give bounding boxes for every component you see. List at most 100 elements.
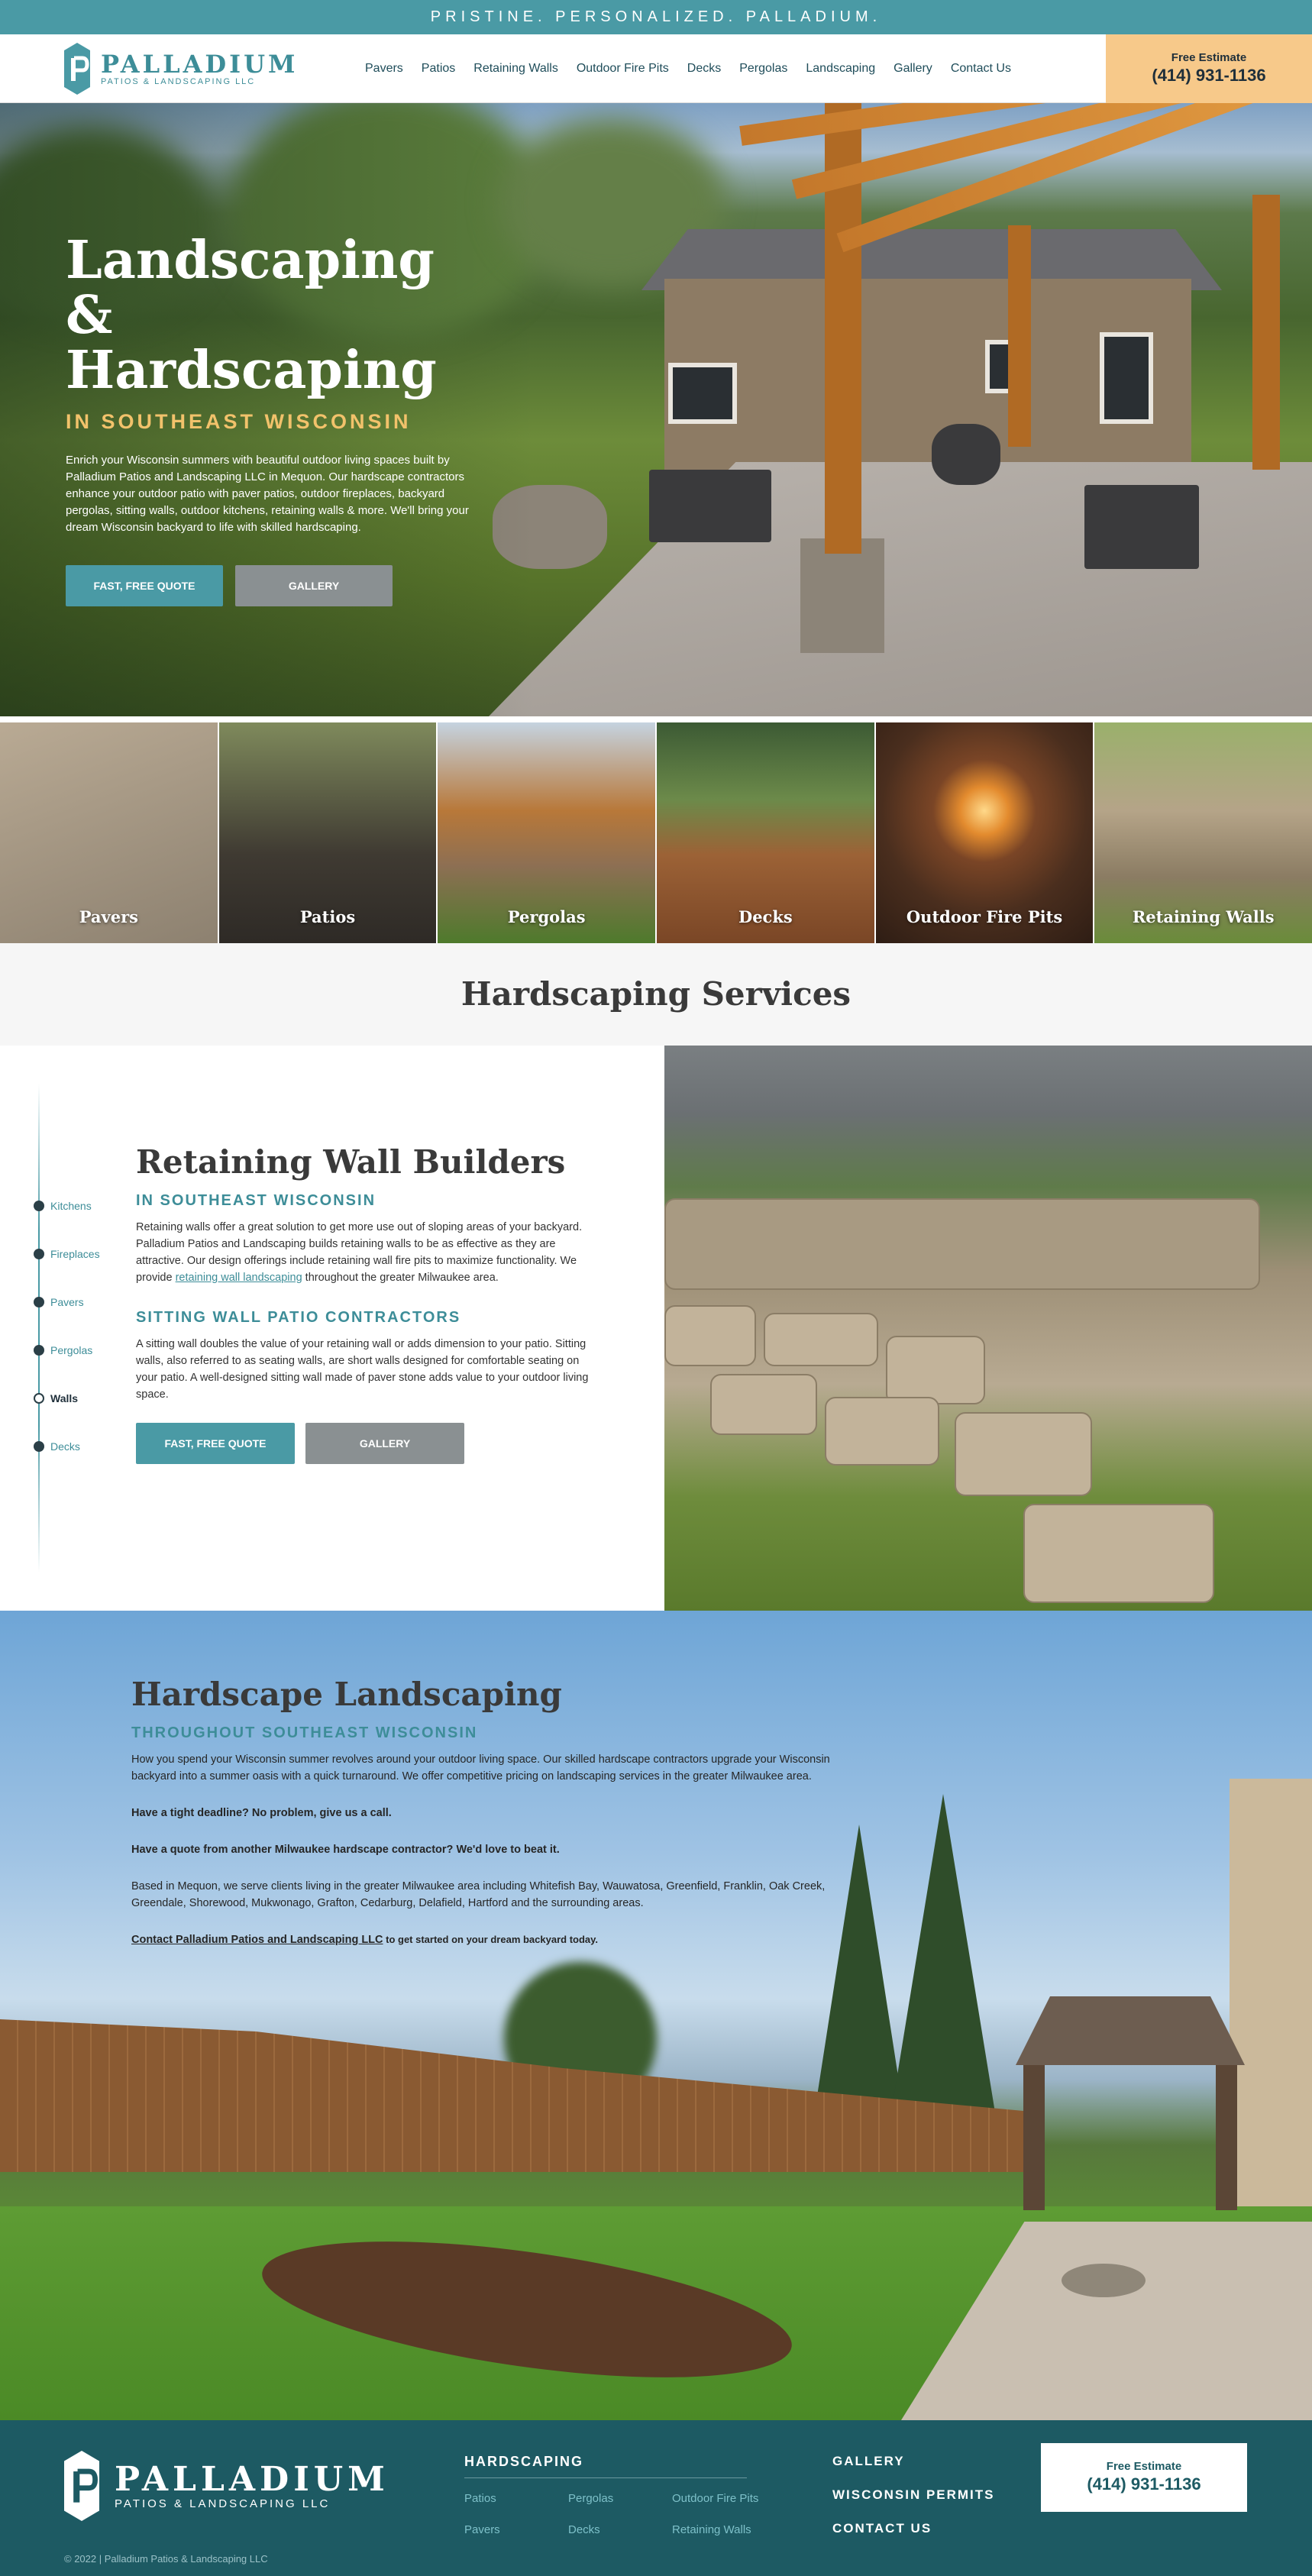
services-title: Hardscaping Services <box>460 975 852 1013</box>
footer-link-wisconsin-permits[interactable]: WISCONSIN PERMITS <box>832 2487 995 2503</box>
gazebo-post-image <box>1023 2065 1045 2210</box>
footer-main-links: GALLERY WISCONSIN PERMITS CONTACT US <box>832 2454 995 2555</box>
nav-pergolas[interactable]: Pergolas <box>730 62 797 76</box>
footer-column-title: HARDSCAPING <box>464 2454 747 2478</box>
timeline-item-fireplaces[interactable]: Fireplaces <box>34 1248 100 1260</box>
footer-estimate-phone: (414) 931-1136 <box>1087 2474 1201 2494</box>
hero-content: Landscaping & Hardscaping IN SOUTHEAST W… <box>66 233 478 606</box>
footer-free-estimate-button[interactable]: Free Estimate (414) 931-1136 <box>1041 2443 1247 2512</box>
stone-wall-image <box>664 1198 1260 1290</box>
nav-landscaping[interactable]: Landscaping <box>797 62 884 76</box>
stone-image <box>664 1305 756 1366</box>
timeline-label: Pergolas <box>50 1344 93 1356</box>
nav-gallery[interactable]: Gallery <box>884 62 942 76</box>
nav-retaining-walls[interactable]: Retaining Walls <box>464 62 567 76</box>
tile-label: Retaining Walls <box>1132 907 1275 926</box>
sitting-wall-paragraph: A sitting wall doubles the value of your… <box>136 1338 589 1401</box>
tile-patios[interactable]: Patios <box>218 722 437 943</box>
tile-label: Decks <box>738 907 793 926</box>
hero-section: Landscaping & Hardscaping IN SOUTHEAST W… <box>0 103 1312 716</box>
stone-image <box>886 1336 985 1404</box>
footer-link-decks[interactable]: Decks <box>568 2523 672 2536</box>
grill-image <box>932 424 1000 485</box>
footer-link-gallery[interactable]: GALLERY <box>832 2454 995 2469</box>
nav-outdoor-fire-pits[interactable]: Outdoor Fire Pits <box>567 62 678 76</box>
tile-decks[interactable]: Decks <box>657 722 874 943</box>
retaining-title: Retaining Wall Builders <box>136 1143 566 1181</box>
tile-label: Pavers <box>79 907 138 926</box>
house-window-image <box>668 363 737 424</box>
service-tiles: Pavers Patios Pergolas Decks Outdoor Fir… <box>0 722 1312 943</box>
gallery-button[interactable]: GALLERY <box>235 565 393 606</box>
timeline-dot-active-icon <box>34 1393 44 1404</box>
nav-pavers[interactable]: Pavers <box>356 62 412 76</box>
retaining-wall-landscaping-link[interactable]: retaining wall landscaping <box>176 1272 302 1284</box>
nav-decks[interactable]: Decks <box>678 62 730 76</box>
free-estimate-button[interactable]: Free Estimate (414) 931-1136 <box>1106 34 1312 103</box>
contact-rest: to get started on your dream backyard to… <box>383 1934 599 1945</box>
timeline-dot-icon <box>34 1297 44 1307</box>
tile-pergolas[interactable]: Pergolas <box>438 722 656 943</box>
stone-image <box>825 1397 939 1466</box>
footer-link-contact-us[interactable]: CONTACT US <box>832 2521 995 2536</box>
sofa-image <box>649 470 771 542</box>
retaining-text-b: throughout the greater Milwaukee area. <box>302 1272 499 1284</box>
tile-outdoor-fire-pits[interactable]: Outdoor Fire Pits <box>875 722 1094 943</box>
timeline-label: Decks <box>50 1440 80 1453</box>
timeline-item-pavers[interactable]: Pavers <box>34 1296 84 1308</box>
hero-title-line2: & Hardscaping <box>66 285 437 401</box>
timeline-dot-icon <box>34 1201 44 1211</box>
footer-link-outdoor-fire-pits[interactable]: Outdoor Fire Pits <box>672 2492 794 2505</box>
footer-link-retaining-walls[interactable]: Retaining Walls <box>672 2523 794 2536</box>
pergola-post-image <box>1008 225 1031 447</box>
footer-logo-mark-icon <box>64 2451 99 2521</box>
gazebo-post-image <box>1216 2065 1237 2210</box>
sitting-wall-subtitle: SITTING WALL PATIO CONTRACTORS <box>136 1309 461 1326</box>
contact-link[interactable]: Contact Palladium Patios and Landscaping… <box>131 1934 383 1946</box>
timeline-label: Fireplaces <box>50 1248 100 1260</box>
footer-logo[interactable]: PALLADIUM PATIOS & LANDSCAPING LLC <box>64 2443 389 2529</box>
timeline-label: Walls <box>50 1392 79 1404</box>
stone-image <box>710 1374 817 1435</box>
retaining-paragraph: Retaining walls offer a great solution t… <box>136 1219 603 1286</box>
footer-link-pavers[interactable]: Pavers <box>464 2523 568 2536</box>
pergola-post-image <box>1252 195 1280 470</box>
timeline-item-pergolas[interactable]: Pergolas <box>34 1344 92 1356</box>
timeline-label: Pavers <box>50 1296 84 1308</box>
hero-description: Enrich your Wisconsin summers with beaut… <box>66 454 469 534</box>
footer-logo-name: PALLADIUM <box>115 2459 389 2499</box>
fast-free-quote-button[interactable]: FAST, FREE QUOTE <box>66 565 223 606</box>
footer-estimate-label: Free Estimate <box>1106 2460 1182 2473</box>
logo-mark-icon <box>64 43 90 95</box>
timeline-item-walls[interactable]: Walls <box>34 1392 78 1404</box>
hero-title-line1: Landscaping <box>66 230 435 291</box>
retaining-wall-photo <box>664 1046 1312 1611</box>
stone-image <box>1023 1504 1214 1603</box>
landscaping-subtitle: THROUGHOUT SOUTHEAST WISCONSIN <box>131 1724 478 1741</box>
footer-logo-subtitle: PATIOS & LANDSCAPING LLC <box>115 2497 331 2510</box>
tagline-bar: PRISTINE. PERSONALIZED. PALLADIUM. <box>0 0 1312 34</box>
tile-retaining-walls[interactable]: Retaining Walls <box>1094 722 1312 943</box>
retaining-walls-section: Kitchens Fireplaces Pavers Pergolas Wall… <box>0 1046 1312 1611</box>
tile-pavers[interactable]: Pavers <box>0 722 218 943</box>
nav-contact-us[interactable]: Contact Us <box>942 62 1020 76</box>
logo[interactable]: PALLADIUM PATIOS & LANDSCAPING LLC <box>64 42 298 95</box>
footer-link-patios[interactable]: Patios <box>464 2492 568 2505</box>
services-band: Hardscaping Services <box>0 943 1312 1046</box>
firepit-image <box>1062 2264 1146 2297</box>
footer-hardscaping-column: HARDSCAPING Patios Pergolas Outdoor Fire… <box>464 2454 758 2536</box>
footer-link-pergolas[interactable]: Pergolas <box>568 2492 672 2505</box>
site-header: PALLADIUM PATIOS & LANDSCAPING LLC Paver… <box>0 34 1312 103</box>
nav-patios[interactable]: Patios <box>412 62 464 76</box>
timeline-item-decks[interactable]: Decks <box>34 1440 80 1453</box>
hero-title: Landscaping & Hardscaping <box>66 233 478 398</box>
estimate-phone: (414) 931-1136 <box>1152 66 1266 85</box>
tagline: PRISTINE. PERSONALIZED. PALLADIUM. <box>430 8 882 25</box>
footer-link-grid: Patios Pergolas Outdoor Fire Pits Pavers… <box>464 2492 758 2536</box>
tile-label: Outdoor Fire Pits <box>906 907 1063 926</box>
gallery-button[interactable]: GALLERY <box>305 1423 464 1464</box>
fast-free-quote-button[interactable]: FAST, FREE QUOTE <box>136 1423 295 1464</box>
timeline-item-kitchens[interactable]: Kitchens <box>34 1200 92 1212</box>
retaining-subtitle: IN SOUTHEAST WISCONSIN <box>136 1192 376 1209</box>
hero-buttons: FAST, FREE QUOTE GALLERY <box>66 565 478 606</box>
